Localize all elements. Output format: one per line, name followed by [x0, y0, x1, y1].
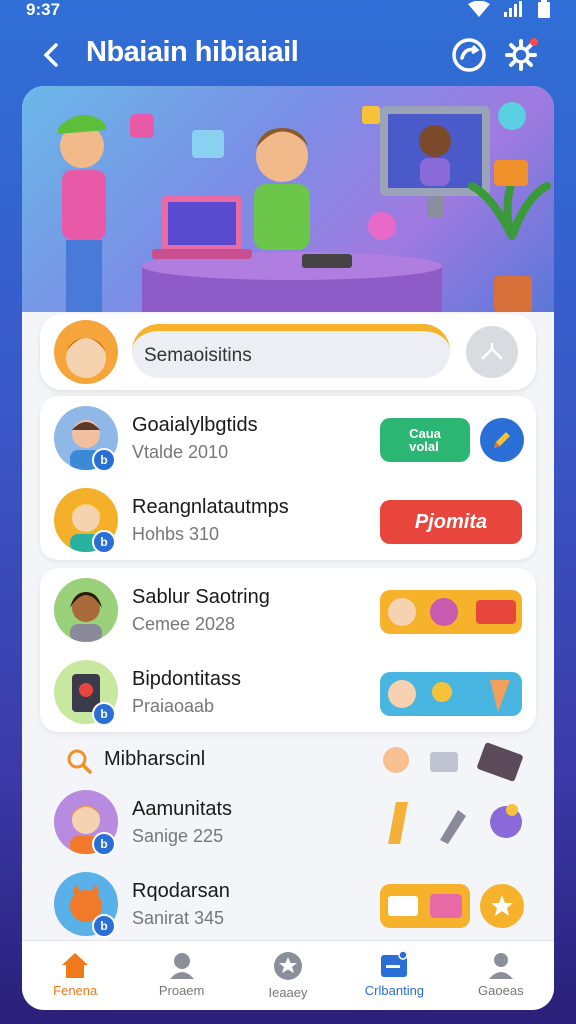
app-title: Nbaiain hibiaiail: [86, 36, 299, 68]
verified-badge: b: [92, 914, 116, 938]
verified-badge: b: [92, 702, 116, 726]
section-header: Mibharscinl: [40, 736, 536, 786]
hero-illustration: [22, 86, 554, 312]
row-title: Sablur Saotring: [132, 586, 270, 608]
profile-icon: [169, 953, 194, 979]
list-item[interactable]: b Aamunitats Sanige 225: [40, 782, 536, 862]
nav-item-account[interactable]: Gaoeas: [448, 941, 554, 1010]
row-title: Reangnlatautmps: [132, 496, 289, 518]
avatar: [54, 578, 118, 642]
row-subtitle: Hohbs 310: [132, 524, 220, 544]
back-button[interactable]: [34, 38, 68, 72]
list-item[interactable]: Sablur Saotring Cemee 2028: [40, 570, 536, 650]
person-icon: [488, 953, 513, 979]
settings-button[interactable]: [502, 36, 540, 74]
star-button[interactable]: [480, 884, 524, 928]
row-subtitle: Sanige 225: [132, 826, 224, 846]
row-title: Bipdontitass: [132, 668, 241, 690]
nav-label: Proaem: [158, 983, 205, 998]
card-icon: [381, 951, 409, 977]
status-time: 9:37: [26, 0, 61, 19]
list-group-2: Sablur Saotring Cemee 2028 b Bipdontitas…: [40, 568, 536, 732]
share-icon: [481, 343, 503, 360]
list-group-1: b Goaialylbgtids Vtalde 2010 Caua volal …: [40, 396, 536, 560]
refresh-icon: [452, 38, 486, 72]
row-subtitle: Sanirat 345: [132, 908, 225, 928]
hero-art: [58, 102, 551, 312]
sticker-icons: [383, 742, 523, 782]
verified-badge: b: [92, 832, 116, 856]
row-title: Aamunitats: [132, 798, 233, 820]
nav-item-home[interactable]: Fenena: [22, 941, 128, 1010]
notification-dot: [530, 38, 538, 46]
search-action-button[interactable]: [466, 326, 518, 378]
search-input[interactable]: Semaoisitins: [132, 324, 450, 378]
star-icon: [491, 895, 513, 916]
pencil-icon: [494, 432, 510, 448]
nav-label: Ieaaey: [268, 985, 308, 1000]
row-subtitle: Cemee 2028: [132, 614, 236, 634]
battery-icon: [538, 0, 550, 18]
wifi-icon: [468, 1, 490, 17]
list-item[interactable]: b Rqodarsan Sanirat 345: [40, 864, 536, 944]
home-icon: [62, 953, 89, 978]
section-title: Mibharscinl: [104, 748, 206, 770]
nav-label: Fenena: [53, 983, 98, 998]
status-bar: 9:37: [0, 0, 576, 22]
row-subtitle: Vtalde 2010: [132, 442, 229, 462]
verified-badge: b: [92, 530, 116, 554]
chip[interactable]: Pjomita: [380, 500, 522, 544]
signal-icon: [504, 1, 522, 17]
list-item[interactable]: b Reangnlatautmps Hohbs 310 Pjomita: [40, 480, 536, 560]
search-row: Semaoisitins: [40, 314, 536, 390]
chip-sticker[interactable]: [380, 590, 522, 634]
refresh-button[interactable]: [450, 36, 488, 74]
avatar[interactable]: [54, 320, 118, 384]
chip-sticker[interactable]: [380, 672, 522, 716]
search-icon: [67, 749, 92, 774]
row-subtitle: Praiaoaab: [132, 696, 215, 716]
chevron-left-icon: [43, 43, 58, 67]
sticker-icons: [388, 802, 522, 844]
list-item[interactable]: b Bipdontitass Praiaoaab: [40, 652, 536, 732]
verified-badge: b: [92, 448, 116, 472]
nav-label: Gaoeas: [478, 983, 524, 998]
main-card: Semaoisitins b Goaialylbgtids Vtalde 201…: [22, 86, 554, 1010]
nav-item-favorites[interactable]: Ieaaey: [235, 941, 341, 1010]
row-title: Goaialylbgtids: [132, 414, 258, 436]
pencil-button[interactable]: [480, 418, 524, 462]
chip-sticker[interactable]: [380, 884, 470, 928]
nav-item-billing[interactable]: Crlbanting: [341, 941, 447, 1010]
app-bar: Nbaiain hibiaiail: [0, 30, 576, 80]
chip[interactable]: Caua volal: [380, 418, 470, 462]
nav-item-profile[interactable]: Proaem: [128, 941, 234, 1010]
star-icon: [274, 952, 303, 980]
nav-label: Crlbanting: [364, 983, 425, 998]
status-icons: [468, 0, 550, 18]
list-item[interactable]: b Goaialylbgtids Vtalde 2010 Caua volal: [40, 398, 536, 478]
bottom-nav: Fenena Proaem Ieaaey Crlbanting Gaoeas: [22, 940, 554, 1010]
row-title: Rqodarsan: [132, 880, 230, 902]
